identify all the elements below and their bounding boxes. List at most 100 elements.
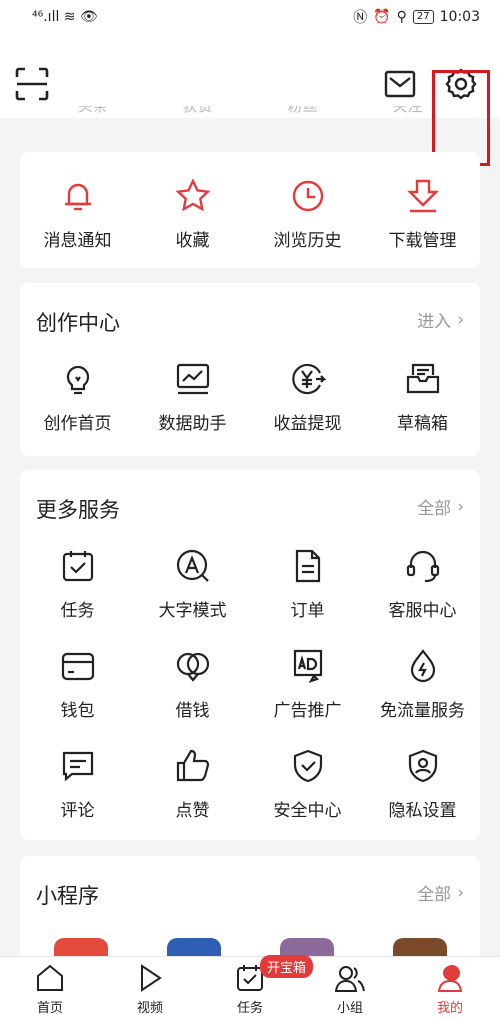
wallet-label: 钱包 — [60, 701, 95, 721]
security-center-item[interactable]: 安全中心 — [250, 748, 365, 848]
alarm-icon: ⏰ — [373, 9, 391, 25]
star-icon — [175, 178, 210, 212]
drafts-icon — [406, 363, 439, 394]
creation-center-title: 创作中心 — [36, 311, 120, 335]
chevron-right-icon: › — [457, 882, 464, 903]
data-free-item[interactable]: 免流量服务 — [365, 648, 480, 748]
orders-label: 订单 — [290, 601, 325, 621]
creation-grid: 创作首页 数据助手 收益提现 草稿箱 — [20, 361, 480, 461]
customer-service-item[interactable]: 客服中心 — [365, 548, 480, 648]
yuan-icon — [291, 363, 326, 395]
quick-actions-grid: 消息通知 收藏 浏览历史 下载管理 — [20, 178, 480, 278]
chevron-right-icon: › — [457, 496, 464, 517]
message-button[interactable] — [384, 70, 416, 98]
bottom-tab-bar: 首页 视频 开宝箱 任务 小组 我的 — [0, 955, 500, 1020]
large-font-item[interactable]: 大字模式 — [135, 548, 250, 648]
tab-home[interactable]: 首页 — [0, 957, 100, 1020]
loan-label: 借钱 — [175, 701, 210, 721]
headset-icon — [406, 550, 439, 583]
thumbs-up-icon — [176, 749, 209, 782]
mini-app-icon[interactable] — [53, 938, 108, 958]
tab-home-label: 首页 — [36, 1001, 63, 1016]
security-center-label: 安全中心 — [273, 801, 342, 821]
downloads-item[interactable]: 下载管理 — [365, 178, 480, 278]
more-services-all[interactable]: 全部 › — [417, 494, 464, 520]
group-icon — [335, 966, 365, 992]
earnings-label: 收益提现 — [273, 414, 342, 434]
chevron-right-icon: › — [457, 309, 464, 330]
stat-fans[interactable]: 粉丝 — [287, 106, 317, 114]
favorites-label: 收藏 — [175, 231, 210, 251]
task-label: 任务 — [60, 601, 95, 621]
scan-button[interactable] — [14, 66, 50, 102]
large-font-icon — [176, 549, 209, 582]
status-right: Ⓝ ⏰ ⚲ 27 10:03 — [353, 7, 480, 27]
loan-icon — [176, 652, 209, 682]
drafts-label: 草稿箱 — [397, 414, 448, 434]
status-left: ⁴⁶.ıll ≋ 👁 — [32, 9, 98, 25]
nfc-icon: Ⓝ — [353, 10, 368, 26]
download-icon — [406, 179, 439, 213]
shield-icon — [293, 749, 322, 783]
tab-profile-label: 我的 — [436, 1001, 463, 1016]
battery-indicator: 27 — [412, 10, 434, 24]
data-free-icon — [410, 649, 435, 683]
downloads-label: 下载管理 — [388, 231, 457, 251]
mini-programs-title: 小程序 — [36, 884, 99, 908]
status-bar: ⁴⁶.ıll ≋ 👁 Ⓝ ⏰ ⚲ 27 10:03 — [0, 0, 500, 34]
comment-icon — [62, 751, 93, 782]
likes-item[interactable]: 点赞 — [135, 748, 250, 848]
data-assistant-label: 数据助手 — [158, 414, 227, 434]
more-services-all-label: 全部 — [417, 499, 452, 519]
wallet-item[interactable]: 钱包 — [20, 648, 135, 748]
earnings-item[interactable]: 收益提现 — [250, 361, 365, 461]
tab-task-label: 任务 — [236, 1001, 263, 1016]
lightbulb-icon — [66, 365, 89, 395]
signal-wifi-icons: ⁴⁶.ıll ≋ 👁 — [32, 9, 98, 25]
orders-item[interactable]: 订单 — [250, 548, 365, 648]
advertising-label: 广告推广 — [273, 701, 342, 721]
home-icon — [37, 964, 63, 991]
favorites-item[interactable]: 收藏 — [135, 178, 250, 278]
customer-service-label: 客服中心 — [388, 601, 457, 621]
chart-icon — [176, 363, 209, 395]
stat-following[interactable]: 关注 — [392, 106, 422, 114]
scan-icon — [15, 67, 49, 101]
drafts-item[interactable]: 草稿箱 — [365, 361, 480, 461]
tab-group[interactable]: 小组 — [300, 957, 400, 1020]
privacy-icon — [408, 749, 437, 783]
creation-center-enter[interactable]: 进入 › — [417, 307, 464, 333]
mail-icon — [384, 70, 416, 98]
creation-home-item[interactable]: 创作首页 — [20, 361, 135, 461]
creation-center-enter-label: 进入 — [417, 312, 452, 332]
privacy-settings-label: 隐私设置 — [388, 801, 457, 821]
tab-task[interactable]: 开宝箱 任务 — [200, 955, 314, 1020]
comments-item[interactable]: 评论 — [20, 748, 135, 848]
mini-app-icon[interactable] — [392, 938, 447, 958]
tab-video[interactable]: 视频 — [100, 957, 200, 1020]
loan-item[interactable]: 借钱 — [135, 648, 250, 748]
task-icon — [62, 551, 93, 582]
notifications-label: 消息通知 — [43, 231, 112, 251]
mini-apps-row — [20, 938, 480, 958]
services-grid: 任务 大字模式 订单 客服中心 钱包 借钱 广告推广 免流量服务 评论 点赞 安… — [20, 548, 480, 848]
history-item[interactable]: 浏览历史 — [250, 178, 365, 278]
tab-profile[interactable]: 我的 — [400, 957, 500, 1020]
tab-group-label: 小组 — [336, 1001, 363, 1016]
privacy-settings-item[interactable]: 隐私设置 — [365, 748, 480, 848]
mini-programs-all-label: 全部 — [417, 885, 452, 905]
order-icon — [295, 549, 320, 583]
history-label: 浏览历史 — [273, 231, 342, 251]
advertising-item[interactable]: 广告推广 — [250, 648, 365, 748]
notifications-item[interactable]: 消息通知 — [20, 178, 135, 278]
stat-toutiao[interactable]: 头条 — [77, 106, 107, 114]
data-assistant-item[interactable]: 数据助手 — [135, 361, 250, 461]
creation-home-label: 创作首页 — [43, 414, 112, 434]
mini-programs-all[interactable]: 全部 › — [417, 880, 464, 906]
tab-video-label: 视频 — [136, 1001, 163, 1016]
wallet-icon — [61, 652, 94, 681]
data-free-label: 免流量服务 — [380, 701, 465, 721]
mini-app-icon[interactable] — [166, 938, 221, 958]
task-item[interactable]: 任务 — [20, 548, 135, 648]
stat-likes[interactable]: 获赞 — [182, 106, 212, 114]
